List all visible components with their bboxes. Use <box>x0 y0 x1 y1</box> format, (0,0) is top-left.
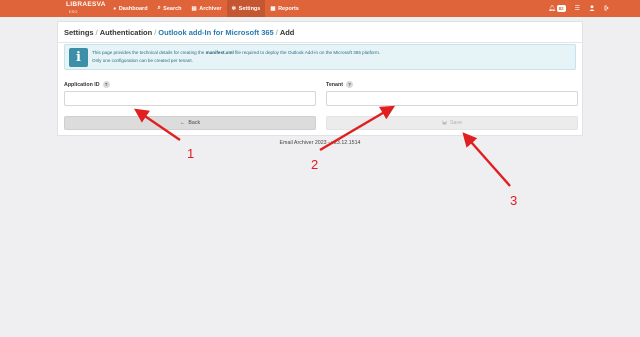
nav-item-label: Reports <box>278 5 299 12</box>
search-icon: ⌕ <box>157 5 161 11</box>
navbar-right: 🔔︎ 82 ☰ <box>548 0 610 17</box>
archive-icon: ▤ <box>191 5 197 12</box>
nav-item-settings[interactable]: ✲ Settings <box>226 0 266 17</box>
content-panel: Settings / Authentication / Outlook add-In f… <box>57 21 583 136</box>
save-icon <box>442 120 447 127</box>
breadcrumb-separator: / <box>154 28 157 37</box>
info-icon: i <box>69 48 88 67</box>
arrow-left-icon: ← <box>179 120 186 126</box>
tenant-label: Tenant ? <box>326 81 353 88</box>
annotation-label-2: 2 <box>311 157 319 172</box>
tenant-input[interactable] <box>326 91 578 106</box>
bell-icon: 🔔︎ <box>547 6 556 12</box>
help-icon[interactable]: ? <box>102 81 110 88</box>
user-icon[interactable] <box>589 4 595 13</box>
back-button-label: Back <box>188 120 201 126</box>
notifications-button[interactable]: 🔔︎ 82 <box>548 5 566 12</box>
nav-item-label: Search <box>163 5 182 12</box>
breadcrumb-current: Add <box>279 28 295 37</box>
nav-item-label: Archiver <box>199 5 222 12</box>
save-button-label: Save <box>449 120 463 126</box>
back-button[interactable]: ← Back <box>64 116 316 130</box>
breadcrumb-outlook-addin[interactable]: Outlook add-In for Microsoft 365 <box>158 28 273 37</box>
breadcrumb-settings[interactable]: Settings <box>64 28 94 37</box>
annotation-label-1: 1 <box>187 146 195 161</box>
save-button[interactable]: Save <box>326 116 578 130</box>
info-line1-prefix: This page provides the technical details… <box>92 50 205 55</box>
breadcrumb-separator: / <box>95 28 98 37</box>
brand-logo[interactable]: LIBRAESVA ESG <box>66 1 106 14</box>
nav-item-label: Settings <box>238 5 261 12</box>
breadcrumb-separator: / <box>275 28 278 37</box>
nav-item-search[interactable]: ⌕ Search <box>153 0 187 17</box>
nav-item-dashboard[interactable]: ◕ Dashboard <box>108 0 153 17</box>
breadcrumb-authentication[interactable]: Authentication <box>100 28 153 37</box>
dashboard-icon: ◕ <box>113 5 117 12</box>
footer-version: Email Archiver 2023 - v23.12.1514 <box>279 140 361 146</box>
logout-icon[interactable] <box>604 5 610 13</box>
gear-icon: ✲ <box>231 5 237 12</box>
application-id-input[interactable] <box>64 91 316 106</box>
nav-item-label: Dashboard <box>118 5 148 12</box>
annotation-label-3: 3 <box>510 193 518 208</box>
info-manifest-filename: manifest.xml <box>205 50 234 55</box>
info-alert: i This page provides the technical detai… <box>64 44 576 70</box>
header-divider <box>58 42 582 43</box>
info-line2: Only one configuration can be created pe… <box>92 58 193 63</box>
reports-icon: ▦ <box>270 5 276 12</box>
notifications-badge: 82 <box>556 5 566 12</box>
application-id-label: Application ID ? <box>64 81 110 88</box>
info-line1-suffix: file required to deploy the Outlook Add-… <box>235 50 381 55</box>
main-nav: ◕ Dashboard ⌕ Search ▤ Archiver ✲ Settin… <box>108 0 304 17</box>
tenant-label-text: Tenant <box>326 81 343 88</box>
brand-subtitle: ESG <box>69 8 78 14</box>
list-icon[interactable]: ☰ <box>575 5 580 12</box>
info-text: This page provides the technical details… <box>92 49 380 65</box>
help-icon[interactable]: ? <box>345 81 353 88</box>
brand-name: LIBRAESVA <box>66 1 106 8</box>
nav-item-archiver[interactable]: ▤ Archiver <box>187 0 227 17</box>
nav-item-reports[interactable]: ▦ Reports <box>265 0 303 17</box>
breadcrumb: Settings / Authentication / Outlook add-In f… <box>64 28 294 37</box>
application-id-label-text: Application ID <box>64 81 100 88</box>
top-navbar: LIBRAESVA ESG ◕ Dashboard ⌕ Search ▤ Arc… <box>0 0 640 17</box>
